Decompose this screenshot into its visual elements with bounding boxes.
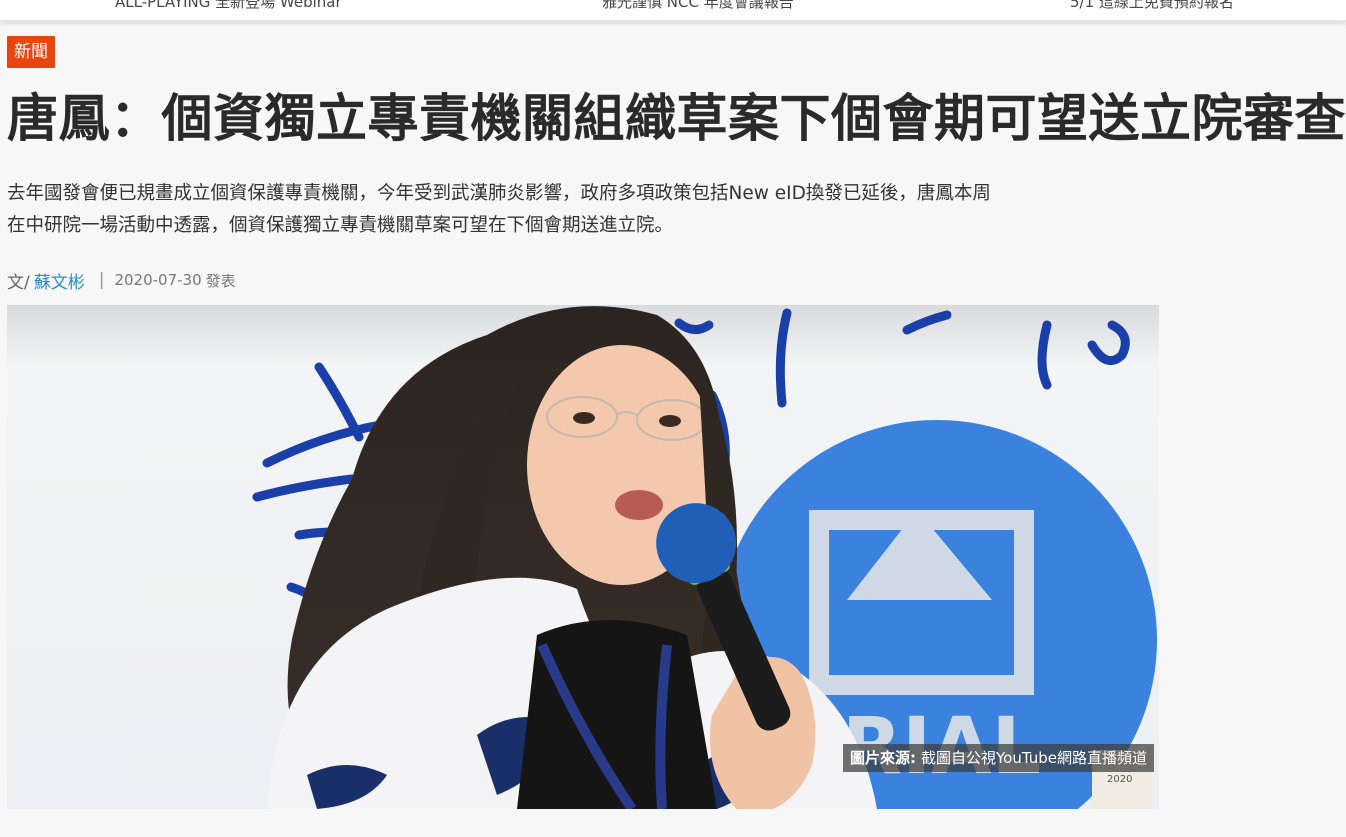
publish-date: 2020-07-30 [114,271,202,289]
top-strip-item-2[interactable]: 雅光謹慎 NCC 年度會議報告 [602,0,794,12]
byline: 文/ 蘇文彬 | 2020-07-30 發表 [7,266,236,294]
caption-label: 圖片來源: [850,749,916,767]
byline-prefix: 文/ [7,272,30,293]
corner-year: 2020 [1107,774,1132,785]
top-strip-item-3[interactable]: 5/1 這線上免費預約報名 [1070,0,1234,12]
speaker-photo: TRIAL 2020 [7,305,1159,809]
hero-image: TRIAL 2020 [7,305,1159,809]
top-news-strip: ALL-PLAYING 全新登場 Webinar 雅光謹慎 NCC 年度會議報告… [0,0,1346,22]
image-caption: 圖片來源: 截圖自公視YouTube網路直播頻道 [843,744,1154,772]
article-summary: 去年國發會便已規畫成立個資保護專責機關，今年受到武漢肺炎影響，政府多項政策包括N… [7,183,991,236]
top-strip-item-1[interactable]: ALL-PLAYING 全新登場 Webinar [115,0,342,12]
category-tag[interactable]: 新聞 [7,36,55,68]
author-link[interactable]: 蘇文彬 [34,268,85,293]
article-page: ALL-PLAYING 全新登場 Webinar 雅光謹慎 NCC 年度會議報告… [0,0,1346,837]
article-title: 唐鳳：個資獨立專責機關組織草案下個會期可望送立院審查 [7,90,1346,149]
caption-text: 截圖自公視YouTube網路直播頻道 [921,749,1147,767]
byline-separator: | [98,270,105,290]
publish-label: 發表 [205,271,236,290]
